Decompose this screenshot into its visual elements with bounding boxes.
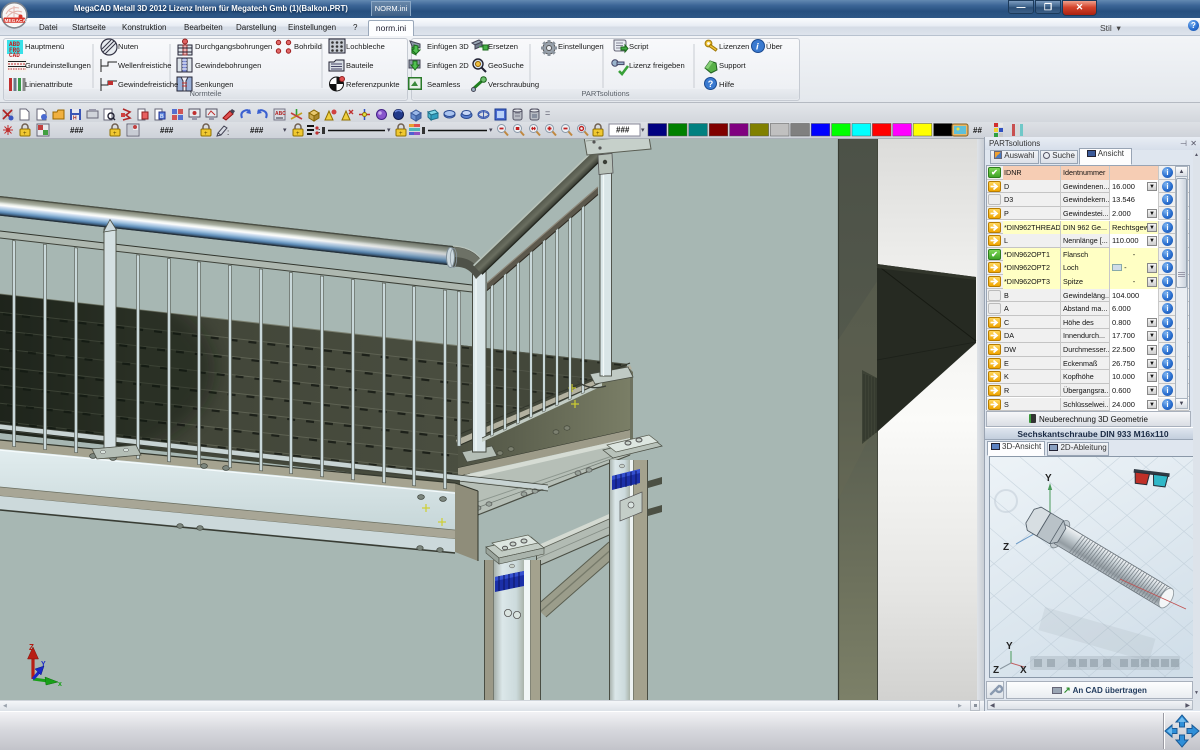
svg-text:###: ### bbox=[616, 126, 630, 135]
svg-text:Z: Z bbox=[993, 665, 999, 676]
svg-text::: : bbox=[227, 128, 229, 137]
svg-text:=: = bbox=[545, 108, 550, 118]
svg-text:Y: Y bbox=[41, 661, 46, 668]
svg-text:+: + bbox=[596, 131, 600, 137]
svg-text:Z: Z bbox=[29, 643, 34, 652]
svg-text:i: i bbox=[756, 42, 759, 53]
svg-text:ABC: ABC bbox=[275, 111, 286, 117]
svg-text:x: x bbox=[58, 681, 62, 688]
svg-text:Y: Y bbox=[1006, 641, 1013, 652]
svg-text::: : bbox=[318, 128, 320, 135]
svg-text:+: + bbox=[399, 131, 403, 137]
svg-text:H: H bbox=[73, 116, 77, 122]
svg-text:MEGACAD: MEGACAD bbox=[5, 18, 31, 23]
svg-text:▾: ▾ bbox=[387, 127, 391, 134]
svg-text:▾: ▾ bbox=[283, 127, 287, 134]
svg-text:###: ### bbox=[160, 126, 174, 135]
svg-text:+: + bbox=[113, 131, 117, 137]
svg-text:+: + bbox=[23, 131, 27, 137]
svg-text:CAD: CAD bbox=[9, 52, 20, 59]
svg-text:+: + bbox=[296, 131, 300, 137]
svg-text:X: X bbox=[1020, 665, 1027, 676]
svg-text:Y: Y bbox=[1045, 473, 1052, 484]
svg-text:Z: Z bbox=[1003, 542, 1009, 553]
svg-text:###: ### bbox=[70, 126, 84, 135]
svg-text:+: + bbox=[204, 131, 208, 137]
svg-text:?: ? bbox=[708, 79, 714, 89]
svg-text:##: ## bbox=[973, 126, 982, 135]
svg-text:###: ### bbox=[250, 126, 264, 135]
svg-text:B: B bbox=[160, 114, 164, 120]
svg-text:▾: ▾ bbox=[641, 127, 645, 134]
svg-text:▾: ▾ bbox=[489, 127, 493, 134]
